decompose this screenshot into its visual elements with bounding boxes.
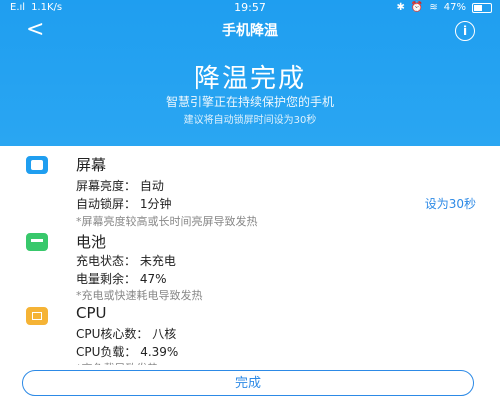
page-title: 手机降温 [222,23,278,39]
cpu-cores: CPU核心数： 八核 [76,327,177,341]
cpu-icon [26,307,48,325]
battery-note: *充电或快速耗电导致发热 [76,289,203,302]
battery-remaining: 电量剩余： 47% [76,272,167,286]
navbar: < 手机降温 i [0,18,500,44]
battery-status-icon [26,233,48,251]
section-battery: 电池 充电状态： 未充电 电量剩余： 47% *充电或快速耗电导致发热 [0,229,500,302]
section-screen: 屏幕 屏幕亮度： 自动 自动锁屏： 1分钟 设为30秒 *屏幕亮度较高或长时间亮… [0,152,500,230]
info-icon[interactable]: i [455,21,475,41]
section-cpu: CPU CPU核心数： 八核 CPU负载： 4.39% *高负载导致发热 [0,304,500,375]
hero-banner: E.ıl 1.1K/s 19:57 ✱ ⏰ ≋ 47% < 手机降温 i 降温完… [0,0,500,146]
hero-tip: 建议将自动锁屏时间设为30秒 [183,115,317,126]
section-title: CPU [76,304,107,322]
hero-subtitle: 智慧引擎正在持续保护您的手机 [165,95,334,109]
screen-note: *屏幕亮度较高或长时间亮屏导致发热 [76,215,258,228]
battery-icon [472,3,492,13]
battery-percent: 47% [443,2,466,13]
cpu-load: CPU负载： 4.39% [76,345,179,359]
hero-title: 降温完成 [193,64,306,94]
screen-icon [26,156,48,174]
screen-brightness: 屏幕亮度： 自动 [76,179,164,193]
section-title: 屏幕 [76,156,107,174]
section-title: 电池 [76,233,107,251]
charge-state: 充电状态： 未充电 [76,254,176,268]
bluetooth-icon: ✱ [396,2,405,13]
set-30s-button[interactable]: 设为30秒 [425,195,476,212]
done-button[interactable]: 完成 [22,370,474,396]
alarm-icon: ⏰ [410,2,424,13]
status-bar: E.ıl 1.1K/s 19:57 ✱ ⏰ ≋ 47% [0,0,500,16]
wifi-icon: ≋ [429,2,438,13]
auto-lock: 自动锁屏： 1分钟 [76,197,172,211]
footer: 完成 [0,365,500,400]
